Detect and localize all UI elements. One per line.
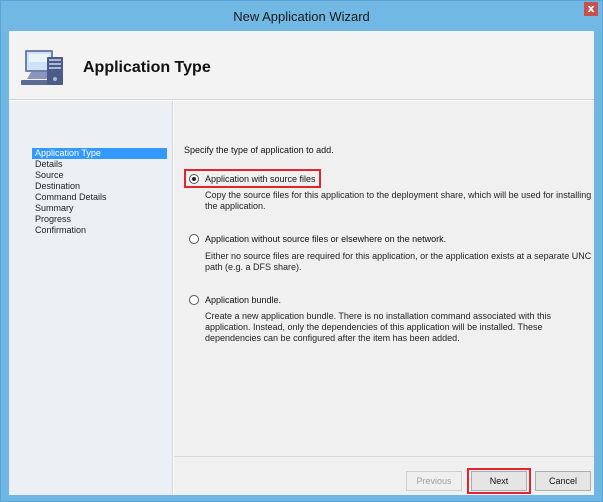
highlight-next-button — [467, 468, 531, 494]
nav-item-source[interactable]: Source — [32, 170, 167, 181]
instruction-text: Specify the type of application to add. — [184, 145, 334, 155]
nav-item-summary[interactable]: Summary — [32, 203, 167, 214]
option-label[interactable]: Application bundle. — [205, 295, 281, 306]
radio-source-files[interactable] — [189, 174, 199, 184]
nav-item-command-details[interactable]: Command Details — [32, 192, 167, 203]
wizard-steps-nav: Application Type Details Source Destinat… — [9, 101, 173, 495]
nav-item-application-type[interactable]: Application Type — [32, 148, 167, 159]
option-description: Create a new application bundle. There i… — [205, 311, 552, 343]
radio-application-bundle[interactable] — [189, 295, 199, 305]
radio-selected-dot — [192, 177, 196, 181]
option-label[interactable]: Application with source files — [205, 174, 316, 185]
content-pane: Specify the type of application to add. … — [174, 101, 594, 495]
close-button[interactable]: x — [584, 2, 598, 16]
nav-item-details[interactable]: Details — [32, 159, 167, 170]
window-title: New Application Wizard — [233, 9, 370, 24]
option-label[interactable]: Application without source files or else… — [205, 234, 446, 245]
nav-item-confirmation[interactable]: Confirmation — [32, 225, 167, 236]
option-description: Either no source files are required for … — [205, 251, 592, 272]
computer-icon — [21, 50, 63, 85]
nav-item-progress[interactable]: Progress — [32, 214, 167, 225]
button-bar: Previous Next Cancel — [174, 456, 594, 495]
wizard-body: Application Type Application Type Detail… — [9, 31, 594, 495]
wizard-window: New Application Wizard x Application Typ… — [0, 0, 603, 502]
previous-button[interactable]: Previous — [406, 471, 462, 491]
nav-item-destination[interactable]: Destination — [32, 181, 167, 192]
cancel-button[interactable]: Cancel — [535, 471, 591, 491]
radio-no-source-files[interactable] — [189, 234, 199, 244]
title-bar[interactable]: New Application Wizard x — [1, 1, 602, 31]
wizard-header: Application Type — [9, 31, 594, 100]
page-title: Application Type — [83, 59, 211, 76]
option-description: Copy the source files for this applicati… — [205, 190, 592, 211]
